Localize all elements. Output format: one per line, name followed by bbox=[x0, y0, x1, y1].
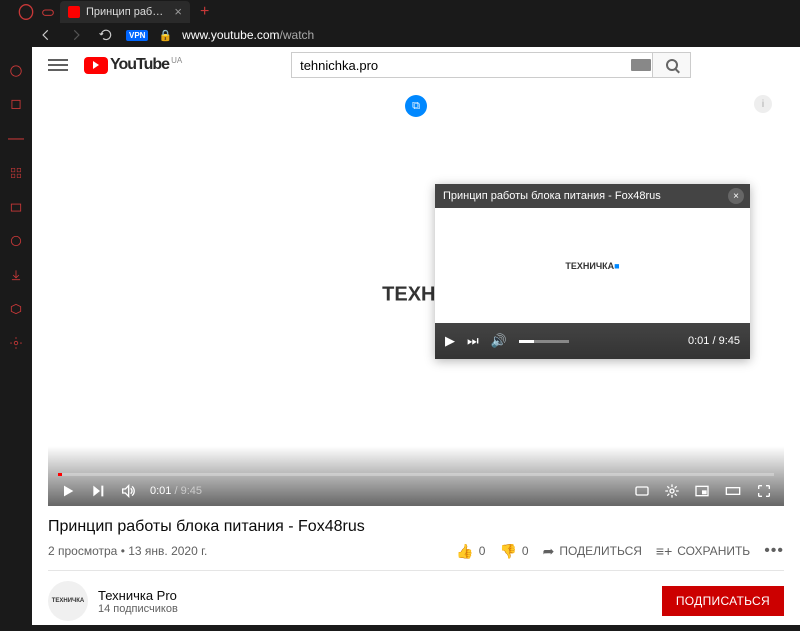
gamepad-icon bbox=[40, 4, 56, 20]
forward-button[interactable] bbox=[66, 25, 86, 45]
miniplayer-button[interactable] bbox=[694, 483, 710, 499]
pip-title: Принцип работы блока питания - Fox48rus bbox=[435, 184, 750, 208]
video-title: Принцип работы блока питания - Fox48rus bbox=[48, 518, 784, 536]
sidebar-clock-icon[interactable] bbox=[8, 233, 24, 249]
pip-player[interactable]: Принцип работы блока питания - Fox48rus … bbox=[435, 184, 750, 359]
search-icon bbox=[666, 59, 678, 71]
youtube-logo[interactable]: YouTube UA bbox=[84, 56, 182, 74]
playlist-add-icon: ≡+ bbox=[656, 543, 672, 559]
url-text[interactable]: www.youtube.com/watch bbox=[182, 28, 314, 42]
channel-name[interactable]: Техничка Pro bbox=[98, 588, 652, 603]
volume-button[interactable] bbox=[120, 483, 136, 499]
sidebar-dash-icon[interactable]: — bbox=[8, 131, 24, 147]
share-button[interactable]: ➦ПОДЕЛИТЬСЯ bbox=[543, 543, 642, 560]
opera-sidebar: — bbox=[0, 23, 32, 625]
sidebar-box-icon[interactable] bbox=[8, 301, 24, 317]
subscribe-button[interactable]: ПОДПИСАТЬСЯ bbox=[662, 586, 784, 616]
channel-avatar[interactable]: ТЕХНИЧКА bbox=[48, 581, 88, 621]
youtube-favicon bbox=[68, 6, 80, 18]
pip-volume-slider[interactable] bbox=[519, 340, 569, 343]
new-tab-button[interactable]: + bbox=[200, 3, 209, 21]
sidebar-twitch-icon[interactable] bbox=[8, 97, 24, 113]
theater-button[interactable] bbox=[724, 483, 742, 499]
share-overlay-icon[interactable]: ⧉ bbox=[405, 95, 427, 117]
more-actions-button[interactable]: ••• bbox=[764, 542, 784, 560]
dislike-button[interactable]: 👎0 bbox=[499, 543, 528, 560]
back-button[interactable] bbox=[36, 25, 56, 45]
sidebar-grid-icon[interactable] bbox=[8, 165, 24, 181]
tab-title: Принцип работы блока п bbox=[86, 6, 168, 18]
time-display: 0:01 / 9:45 bbox=[150, 485, 202, 497]
lock-icon: 🔒 bbox=[158, 29, 172, 42]
next-button[interactable] bbox=[90, 483, 106, 499]
opera-logo-icon bbox=[18, 4, 34, 20]
pip-next-button[interactable]: ⏭ bbox=[467, 333, 479, 349]
browser-tab[interactable]: Принцип работы блока п × bbox=[60, 1, 190, 23]
sidebar-compass-icon[interactable] bbox=[8, 63, 24, 79]
keyboard-icon[interactable] bbox=[631, 59, 651, 71]
pip-play-button[interactable]: ▶ bbox=[445, 333, 455, 349]
sidebar-camera-icon[interactable] bbox=[8, 199, 24, 215]
sidebar-download-icon[interactable] bbox=[8, 267, 24, 283]
search-input[interactable] bbox=[291, 52, 653, 78]
pip-time-display: 0:01 / 9:45 bbox=[688, 335, 740, 347]
youtube-play-icon bbox=[84, 57, 108, 74]
search-button[interactable] bbox=[653, 52, 691, 78]
info-icon[interactable]: i bbox=[754, 95, 772, 113]
close-icon[interactable]: × bbox=[174, 4, 182, 19]
subscriber-count: 14 подписчиков bbox=[98, 603, 652, 615]
thumbs-down-icon: 👎 bbox=[499, 543, 516, 560]
pip-close-button[interactable]: × bbox=[728, 188, 744, 204]
save-button[interactable]: ≡+СОХРАНИТЬ bbox=[656, 543, 750, 559]
sidebar-settings-icon[interactable] bbox=[8, 335, 24, 351]
captions-button[interactable] bbox=[634, 483, 650, 499]
hamburger-menu-button[interactable] bbox=[48, 55, 68, 75]
play-button[interactable] bbox=[60, 483, 76, 499]
view-count: 2 просмотра • 13 янв. 2020 г. bbox=[48, 544, 207, 558]
like-button[interactable]: 👍0 bbox=[456, 543, 485, 560]
vpn-badge[interactable]: VPN bbox=[126, 30, 148, 41]
thumbs-up-icon: 👍 bbox=[456, 543, 473, 560]
reload-button[interactable] bbox=[96, 25, 116, 45]
fullscreen-button[interactable] bbox=[756, 483, 772, 499]
settings-button[interactable] bbox=[664, 483, 680, 499]
share-icon: ➦ bbox=[543, 543, 555, 560]
pip-volume-button[interactable]: 🔊 bbox=[491, 333, 507, 349]
pip-content: ТЕХНИЧКА■ bbox=[435, 208, 750, 323]
